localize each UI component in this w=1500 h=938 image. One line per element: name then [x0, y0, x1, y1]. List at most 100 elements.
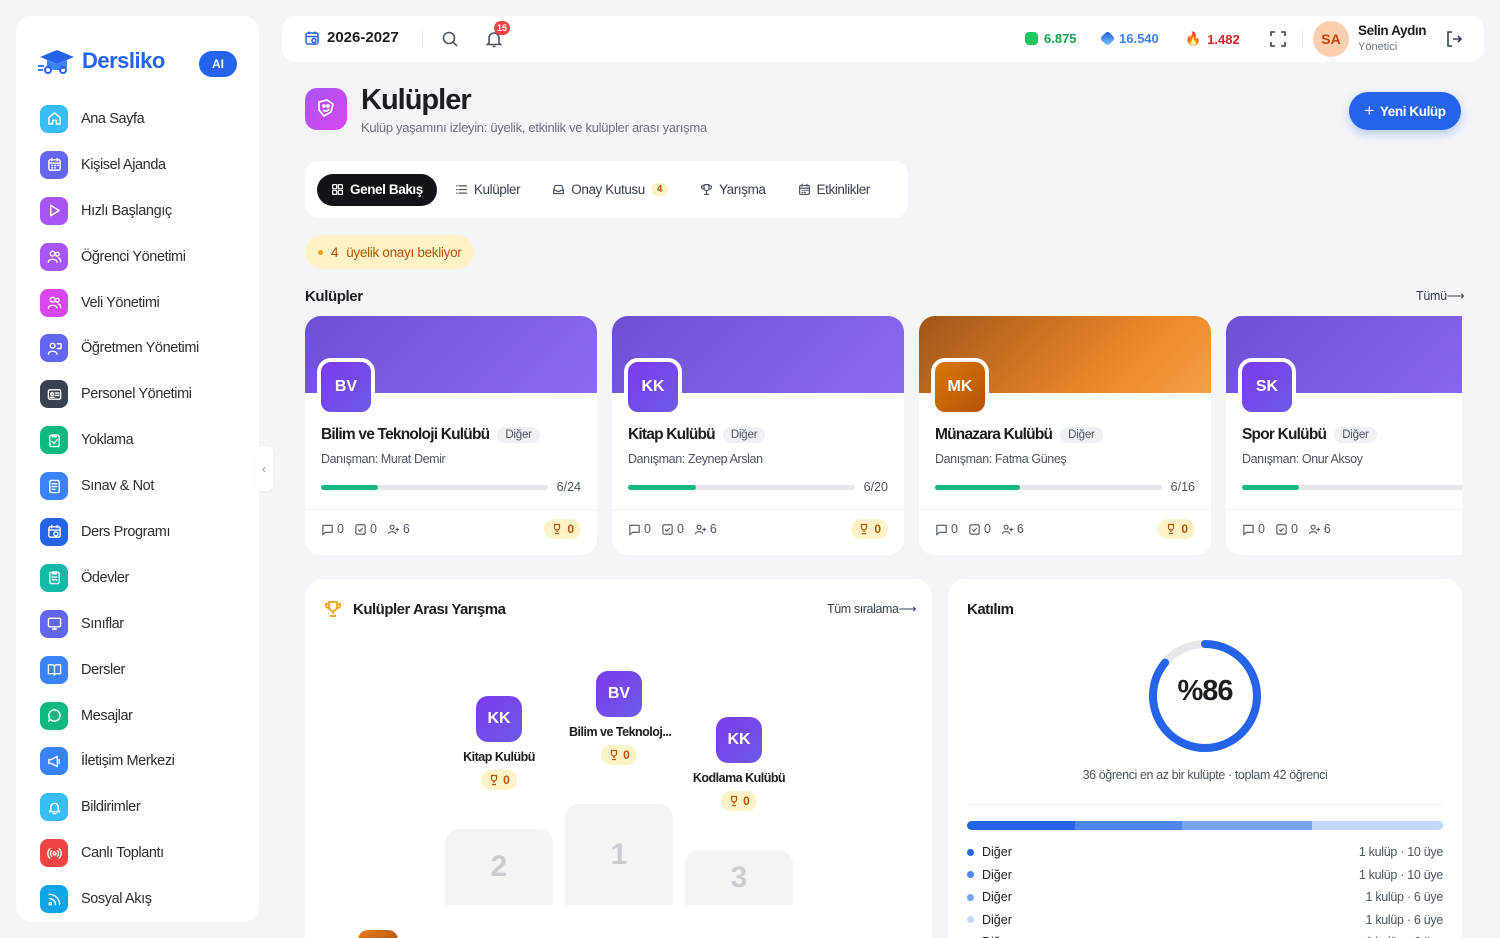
- sidebar-item-label: Hızlı Başlangıç: [81, 202, 172, 219]
- sidebar-item-sınav-not[interactable]: Sınav & Not: [40, 463, 250, 509]
- podium-club-name: Kitap Kulübü: [463, 750, 535, 764]
- podium-score-value: 0: [623, 748, 630, 762]
- membership-progress-fill: [321, 485, 378, 490]
- sidebar-item-hızlı-başlangıç[interactable]: Hızlı Başlangıç: [40, 188, 250, 234]
- legend-dot: [967, 871, 974, 879]
- user-name[interactable]: Selin Aydın: [1358, 23, 1427, 38]
- legend-row: Diğer 1 kulüp · 10 üye: [967, 841, 1443, 864]
- club-score: 0: [874, 522, 881, 536]
- sidebar-item-mesajlar[interactable]: Mesajlar: [40, 693, 250, 739]
- see-all-link[interactable]: Tümü⟶: [1416, 288, 1465, 303]
- membership-progress-fill: [1242, 485, 1299, 490]
- sidebar-item-personel-yönetimi[interactable]: Personel Yönetimi: [40, 371, 250, 417]
- checkbox-icon: [662, 523, 673, 535]
- monitor-icon: [40, 609, 68, 638]
- sidebar-item-ödevler[interactable]: Ödevler: [40, 555, 250, 601]
- posts-count: 0: [337, 522, 344, 536]
- sidebar-item-label: Bildirimler: [81, 799, 141, 816]
- club-card[interactable]: MK Münazara Kulübü Diğer Danışman: Fatma…: [919, 316, 1211, 555]
- graduation-cap-logo-icon: [38, 50, 74, 74]
- sidebar-item-öğrenci-yönetimi[interactable]: Öğrenci Yönetimi: [40, 234, 250, 280]
- clipboard-check-icon: [48, 433, 60, 447]
- tab-trophy[interactable]: Yarışma: [686, 174, 779, 206]
- podium-place-2[interactable]: KK Kitap Kulübü 0: [459, 696, 539, 791]
- sidebar-item-öğretmen-yönetimi[interactable]: Öğretmen Yönetimi: [40, 325, 250, 371]
- members-count: 6: [1016, 522, 1024, 536]
- divider: [1226, 509, 1462, 510]
- user-plus-icon: [1308, 524, 1320, 534]
- logout-icon[interactable]: [1444, 29, 1464, 49]
- sidebar-item-bildirimler[interactable]: Bildirimler: [40, 784, 250, 830]
- sidebar-item-ana-sayfa[interactable]: Ana Sayfa: [40, 96, 250, 142]
- tasks-count: 0: [983, 522, 991, 536]
- sidebar-item-sınıflar[interactable]: Sınıflar: [40, 601, 250, 647]
- calendar-clock-icon: [47, 525, 61, 539]
- sidebar-item-veli-yönetimi[interactable]: Veli Yönetimi: [40, 280, 250, 326]
- tab-grid[interactable]: Genel Bakış: [317, 173, 437, 206]
- user-plus-icon: [694, 524, 706, 534]
- chat-icon: [322, 524, 333, 536]
- tab-list[interactable]: Kulüpler: [441, 174, 534, 206]
- sidebar-collapse-button[interactable]: ‹: [255, 447, 273, 491]
- club-card[interactable]: KK Kitap Kulübü Diğer Danışman: Zeynep A…: [612, 316, 904, 555]
- users-icon: [47, 250, 61, 263]
- membership-ratio: 6/16: [1170, 480, 1195, 494]
- academic-year-selector[interactable]: 2026-2027: [304, 29, 399, 46]
- chat-icon: [47, 709, 61, 722]
- club-name-row: Bilim ve Teknoloji Kulübü Diğer: [321, 426, 540, 444]
- legend-value: 1 kulüp · 10 üye: [1358, 845, 1443, 860]
- podium-step-3: 3: [685, 850, 793, 905]
- pending-count: 4: [331, 244, 339, 260]
- legend-dot: [967, 916, 974, 924]
- new-club-button[interactable]: + Yeni Kulüp: [1349, 92, 1461, 130]
- sidebar-item-canlı-toplantı[interactable]: Canlı Toplantı: [40, 830, 250, 876]
- distribution-segment: [1311, 821, 1443, 830]
- sidebar-item-dersler[interactable]: Dersler: [40, 647, 250, 693]
- stat-diamonds-value: 16.540: [1119, 31, 1159, 46]
- sidebar-item-i-letişim-merkezi[interactable]: İletişim Merkezi: [40, 738, 250, 784]
- stat-diamonds[interactable]: 16.540: [1099, 30, 1159, 47]
- calendar-icon: [40, 150, 68, 179]
- checkbox-icon: [1276, 523, 1287, 535]
- full-ranking-link[interactable]: Tüm sıralama⟶: [827, 601, 917, 616]
- ai-assistant-button[interactable]: AI: [199, 51, 237, 77]
- sidebar-item-ders-programı[interactable]: Ders Programı: [40, 509, 250, 555]
- sidebar-item-kişisel-ajanda[interactable]: Kişisel Ajanda: [40, 142, 250, 188]
- podium-place-3[interactable]: KK Kodlama Kulübü 0: [689, 717, 789, 812]
- pending-approvals-banner[interactable]: 4 üyelik onayı bekliyor: [305, 235, 475, 269]
- divider: [305, 509, 597, 510]
- sidebar-item-label: Veli Yönetimi: [81, 294, 160, 311]
- legend-label-group: Diğer: [967, 890, 1012, 904]
- brand[interactable]: Dersliko: [38, 46, 165, 76]
- inbox-icon: [553, 184, 565, 195]
- stat-streak[interactable]: 🔥 1.482: [1185, 31, 1240, 47]
- club-category-badge: Diğer: [1060, 427, 1103, 443]
- tab-inbox[interactable]: Onay Kutusu 4: [538, 174, 682, 206]
- legend-value: 1 kulüp · 6 üye: [1365, 912, 1444, 927]
- stat-gems[interactable]: 6.875: [1025, 31, 1077, 46]
- sidebar-item-label: Öğretmen Yönetimi: [81, 340, 199, 357]
- page-subtitle: Kulüp yaşamını izleyin: üyelik, etkinlik…: [361, 120, 707, 135]
- sidebar-item-yoklama[interactable]: Yoklama: [40, 417, 250, 463]
- chat-icon: [629, 524, 640, 536]
- trophy-icon: [731, 795, 738, 807]
- membership-progress: [321, 485, 548, 490]
- search-icon[interactable]: [440, 29, 460, 49]
- fire-icon: 🔥: [1185, 31, 1202, 46]
- podium-score: 0: [481, 770, 517, 790]
- club-card[interactable]: BV Bilim ve Teknoloji Kulübü Diğer Danış…: [305, 316, 597, 555]
- sidebar-item-sosyal-akış[interactable]: Sosyal Akış: [40, 876, 250, 922]
- teacher-icon: [47, 342, 62, 355]
- club-advisor: Danışman: Onur Aksoy: [1242, 452, 1363, 466]
- club-stats: 0 0 6: [935, 522, 1024, 536]
- club-card[interactable]: SK Spor Kulübü Diğer Danışman: Onur Akso…: [1226, 316, 1462, 555]
- calendar-icon: [47, 158, 61, 172]
- fullscreen-icon[interactable]: [1269, 30, 1287, 48]
- tab-calendar[interactable]: Etkinlikler: [784, 174, 884, 206]
- podium-place-1[interactable]: BV Bilim ve Teknoloj... 0: [569, 671, 672, 766]
- clipboard-icon: [40, 563, 68, 592]
- chat-icon: [40, 701, 68, 730]
- avatar[interactable]: SA: [1313, 21, 1349, 57]
- tasks-count: 0: [676, 522, 684, 536]
- trophy-icon: [554, 523, 561, 535]
